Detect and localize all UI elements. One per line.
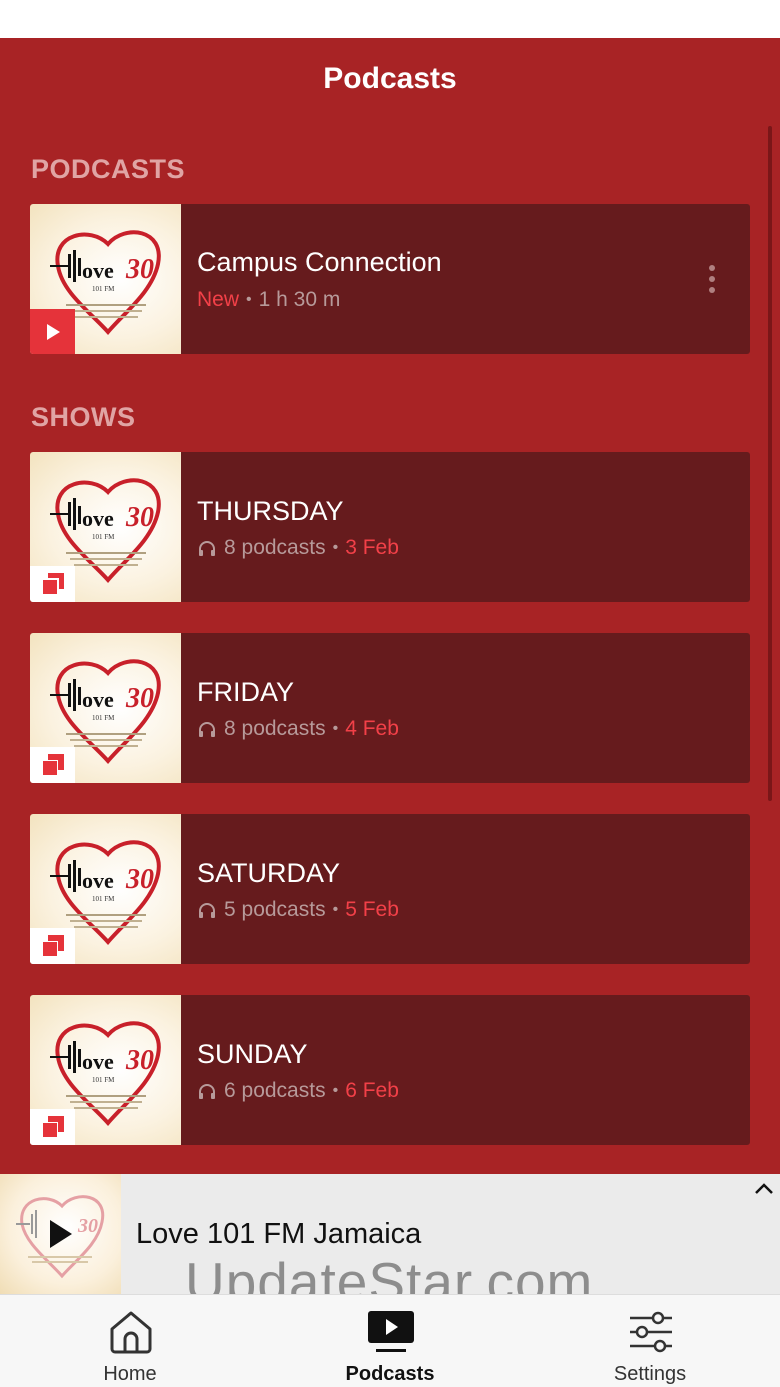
show-meta: 8 podcasts • 3 Feb — [197, 536, 399, 560]
podcast-count: 5 podcasts — [224, 898, 326, 921]
meta-separator: • — [246, 291, 252, 308]
podcast-count: 8 podcasts — [224, 536, 326, 559]
svg-text:30: 30 — [125, 864, 154, 895]
show-date: 4 Feb — [345, 717, 399, 740]
show-title: THURSDAY — [197, 496, 344, 526]
podcasts-icon — [368, 1311, 414, 1352]
meta-separator: • — [332, 720, 339, 737]
show-card-sunday[interactable]: ove 30 101 FM SUNDAY 6 podcasts • 6 Feb — [30, 995, 750, 1145]
home-icon — [110, 1311, 152, 1354]
svg-text:101 FM: 101 FM — [92, 895, 115, 903]
svg-text:30: 30 — [77, 1215, 98, 1237]
tab-podcasts[interactable]: Podcasts — [290, 1295, 490, 1387]
svg-text:ove: ove — [82, 1049, 114, 1074]
headphones-icon — [199, 903, 215, 918]
show-date: 5 Feb — [345, 898, 399, 921]
show-artwork: ove 30 101 FM — [30, 452, 181, 602]
tab-bar: Home Podcasts Settings — [0, 1294, 780, 1387]
podcast-count: 8 podcasts — [224, 717, 326, 740]
svg-text:30: 30 — [125, 502, 154, 533]
meta-separator: • — [332, 901, 339, 918]
status-bar — [0, 0, 780, 38]
headphones-icon — [199, 541, 215, 556]
svg-text:ove: ove — [82, 506, 114, 531]
show-meta: 5 podcasts • 5 Feb — [197, 898, 399, 922]
tab-home[interactable]: Home — [30, 1295, 230, 1387]
tab-label: Settings — [613, 1363, 687, 1385]
svg-text:101 FM: 101 FM — [92, 533, 115, 541]
show-artwork: ove 30 101 FM — [30, 995, 181, 1145]
svg-text:101 FM: 101 FM — [92, 1076, 115, 1084]
show-title: FRIDAY — [197, 677, 295, 707]
play-icon — [46, 323, 60, 340]
podcast-episode-card[interactable]: ove 30 101 FM Campus Connection New • 1 … — [30, 204, 750, 354]
show-title: SUNDAY — [197, 1039, 308, 1069]
episode-meta: New • 1 h 30 m — [197, 288, 340, 312]
stack-icon — [41, 1116, 64, 1138]
svg-text:101 FM: 101 FM — [92, 285, 115, 293]
svg-text:ove: ove — [82, 258, 114, 283]
sliders-icon — [630, 1311, 672, 1353]
section-heading-shows: SHOWS — [31, 402, 136, 432]
show-date: 6 Feb — [345, 1079, 399, 1102]
kebab-dot — [709, 287, 715, 293]
collection-badge — [30, 566, 75, 602]
section-heading-podcasts: PODCASTS — [31, 154, 186, 184]
stack-icon — [40, 573, 64, 596]
play-episode-button[interactable] — [30, 309, 75, 354]
now-playing-title: Love 101 FM Jamaica — [136, 1218, 422, 1250]
show-card-thursday[interactable]: ove 30 101 FM THURSDAY 8 podcasts • 3 Fe… — [30, 452, 750, 602]
stack-icon — [41, 754, 64, 776]
collection-badge — [30, 1109, 75, 1145]
svg-text:30: 30 — [125, 254, 154, 285]
show-card-friday[interactable]: ove 30 101 FM FRIDAY 8 podcasts • 4 Feb — [30, 633, 750, 783]
kebab-dot — [709, 276, 715, 282]
episode-artwork: ove 30 101 FM — [30, 204, 181, 354]
svg-text:30: 30 — [125, 1045, 154, 1076]
show-artwork: ove 30 101 FM — [30, 633, 181, 783]
svg-text:101 FM: 101 FM — [92, 714, 115, 722]
now-playing-artwork: 30 — [0, 1174, 121, 1294]
podcasts-screen: Podcasts PODCASTS ove 30 101 FM Campus C — [0, 38, 780, 1174]
play-icon[interactable] — [40, 1214, 80, 1254]
meta-separator: • — [332, 539, 339, 556]
show-date: 3 Feb — [345, 536, 399, 559]
show-meta: 8 podcasts • 4 Feb — [197, 717, 399, 741]
show-title: SATURDAY — [197, 858, 341, 888]
more-options-button[interactable] — [702, 262, 722, 296]
tab-label: Home — [103, 1363, 157, 1385]
chevron-up-icon[interactable] — [753, 1182, 775, 1196]
tab-settings[interactable]: Settings — [550, 1295, 750, 1387]
new-badge: New — [197, 288, 240, 311]
page-title: Podcasts — [323, 62, 457, 95]
kebab-dot — [709, 265, 715, 271]
collection-badge — [30, 928, 75, 964]
podcast-count: 6 podcasts — [224, 1079, 326, 1102]
episode-title: Campus Connection — [197, 247, 442, 277]
show-card-saturday[interactable]: ove 30 101 FM SATURDAY 5 podcasts • 5 Fe… — [30, 814, 750, 964]
headphones-icon — [199, 1084, 215, 1099]
show-meta: 6 podcasts • 6 Feb — [197, 1079, 399, 1103]
show-artwork: ove 30 101 FM — [30, 814, 181, 964]
tab-label: Podcasts — [345, 1363, 435, 1385]
svg-text:30: 30 — [125, 683, 154, 714]
stack-icon — [41, 935, 64, 957]
headphones-icon — [199, 722, 215, 737]
meta-separator: • — [332, 1082, 339, 1099]
svg-text:ove: ove — [82, 687, 114, 712]
episode-duration: 1 h 30 m — [258, 288, 341, 311]
collection-badge — [30, 747, 75, 783]
scrollbar[interactable] — [768, 126, 772, 801]
svg-text:ove: ove — [82, 868, 114, 893]
